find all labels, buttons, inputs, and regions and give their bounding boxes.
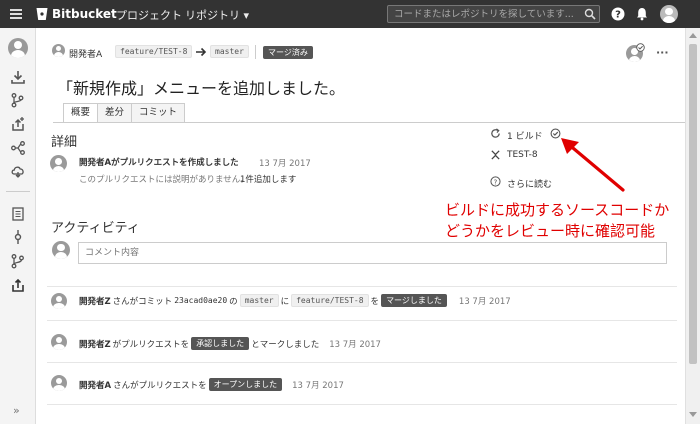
activity-avatar[interactable]	[51, 375, 67, 391]
activity-item-open: 開発者A さんがプルリクエストを オープンしました 13 7月 2017	[79, 378, 344, 391]
target-branch[interactable]: master	[210, 45, 249, 58]
activity-avatar[interactable]	[51, 334, 67, 350]
activity-actor[interactable]: 開発者A	[79, 379, 111, 391]
activity-actor[interactable]: 開発者Z	[79, 338, 111, 350]
approved-check-icon	[636, 43, 645, 52]
hamburger-menu-icon[interactable]	[8, 6, 24, 22]
user-avatar[interactable]	[660, 5, 678, 23]
tab-diff[interactable]: 差分	[98, 103, 133, 123]
top-navigation-bar: Bitbucket プロジェクト リポジトリ ▾ ?	[0, 0, 700, 28]
help-icon[interactable]: ?	[610, 6, 626, 22]
bitbucket-logo[interactable]: Bitbucket	[36, 6, 117, 22]
vertical-scrollbar[interactable]	[685, 28, 700, 424]
pull-request-page: 開発者A feature/TEST-8 master マージ済み ··· 「新規…	[37, 28, 685, 424]
search-input[interactable]	[388, 6, 578, 22]
activity-actor[interactable]: 開発者Z	[79, 295, 111, 307]
tab-overview[interactable]: 概要	[63, 103, 99, 123]
merged-source-branch[interactable]: master	[239, 294, 279, 307]
activity-date: 13 7月 2017	[292, 380, 344, 391]
author-avatar[interactable]	[52, 44, 65, 57]
annotation-line-1: ビルドに成功するソースコードか	[445, 201, 670, 219]
activity-text: を	[370, 296, 380, 307]
nav-repositories-dropdown[interactable]: リポジトリ ▾	[185, 7, 249, 23]
jira-issue-icon	[491, 150, 500, 160]
create-pull-request-icon[interactable]	[10, 116, 26, 132]
read-more-link[interactable]: さらに読む	[507, 177, 552, 190]
activity-date: 13 7月 2017	[329, 339, 381, 350]
fork-icon[interactable]	[10, 140, 26, 156]
activity-text: の	[229, 296, 238, 307]
activity-date: 13 7月 2017	[458, 296, 511, 307]
expand-sidebar-button[interactable]: »	[13, 404, 20, 417]
annotation-line-2: どうかをレビュー時に確認可能	[445, 222, 656, 240]
pr-created-text: 開発者Aがプルリクエストを作成しました	[79, 158, 239, 168]
no-description-text: このプルリクエストには説明がありません。	[79, 175, 249, 185]
activity-avatar[interactable]	[51, 293, 67, 309]
activity-text: さんがプルリクエストを	[113, 380, 207, 391]
activity-divider	[47, 320, 677, 321]
help-circle-icon: ?	[490, 176, 501, 187]
activity-heading: アクティビティ	[51, 221, 140, 236]
activity-text: に	[280, 296, 290, 307]
svg-text:?: ?	[494, 178, 498, 186]
pull-requests-icon[interactable]	[10, 277, 26, 293]
bitbucket-bucket-icon	[36, 8, 48, 20]
merged-target-branch[interactable]: feature/TEST-8	[291, 294, 369, 307]
pr-title: 「新規作成」メニューを追加しました。	[57, 79, 346, 98]
tab-commits[interactable]: コミット	[132, 103, 186, 123]
repository-avatar[interactable]	[8, 38, 28, 58]
source-branch[interactable]: feature/TEST-8	[115, 45, 193, 58]
header-divider	[255, 45, 256, 59]
arrow-right-icon	[196, 47, 207, 57]
commenter-avatar	[52, 241, 70, 259]
sidebar-divider	[6, 191, 30, 192]
build-sync-icon	[491, 128, 500, 138]
svg-text:?: ?	[615, 10, 621, 21]
opened-badge: オープンしました	[208, 378, 283, 391]
notification-bell-icon[interactable]	[634, 6, 650, 22]
search-icon[interactable]	[584, 8, 596, 20]
pr-created-date: 13 7月 2017	[259, 159, 311, 169]
create-branch-icon[interactable]	[10, 92, 26, 108]
activity-text: さんがコミット	[112, 296, 173, 307]
annotation-arrow-icon	[561, 138, 625, 192]
pr-author[interactable]: 開発者A	[69, 47, 102, 60]
merged-badge: マージしました	[381, 294, 447, 307]
app-name: Bitbucket	[52, 7, 117, 21]
scroll-up-arrow-icon[interactable]	[689, 33, 697, 38]
commit-hash-link[interactable]: 23acad0ae20	[174, 296, 227, 305]
activity-item-approve: 開発者Z がプルリクエストを 承認しました とマークしました 13 7月 201…	[79, 337, 381, 350]
tab-underline	[53, 122, 685, 123]
scroll-down-arrow-icon[interactable]	[689, 412, 697, 417]
cloud-sync-icon[interactable]	[10, 163, 26, 179]
activity-text: がプルリクエストを	[112, 339, 190, 350]
issue-link[interactable]: TEST-8	[507, 150, 538, 160]
pr-status-badge: マージ済み	[263, 46, 313, 59]
search-box[interactable]	[387, 5, 600, 23]
builds-link[interactable]: 1 ビルド	[507, 129, 543, 142]
commits-icon[interactable]	[10, 229, 26, 245]
activity-divider	[47, 286, 677, 287]
comment-input[interactable]	[78, 242, 667, 264]
clone-icon[interactable]	[10, 69, 26, 85]
creator-avatar[interactable]	[50, 155, 67, 172]
source-icon[interactable]	[10, 206, 26, 222]
more-options-button[interactable]: ···	[656, 46, 669, 59]
approved-badge: 承認しました	[191, 337, 250, 350]
branches-icon[interactable]	[10, 253, 26, 269]
activity-divider	[47, 362, 677, 363]
activity-item-merge: 開発者Z さんがコミット 23acad0ae20 の master に feat…	[79, 294, 511, 307]
pr-tabs: 概要 差分 コミット	[63, 103, 186, 123]
repository-sidebar: »	[0, 28, 36, 424]
activity-divider	[47, 404, 677, 405]
nav-projects[interactable]: プロジェクト	[116, 7, 182, 23]
activity-text: とマークしました	[251, 339, 320, 350]
details-heading: 詳細	[51, 135, 78, 150]
scrollbar-thumb[interactable]	[689, 44, 697, 364]
add-description-link[interactable]: 1件追加します	[240, 173, 296, 185]
